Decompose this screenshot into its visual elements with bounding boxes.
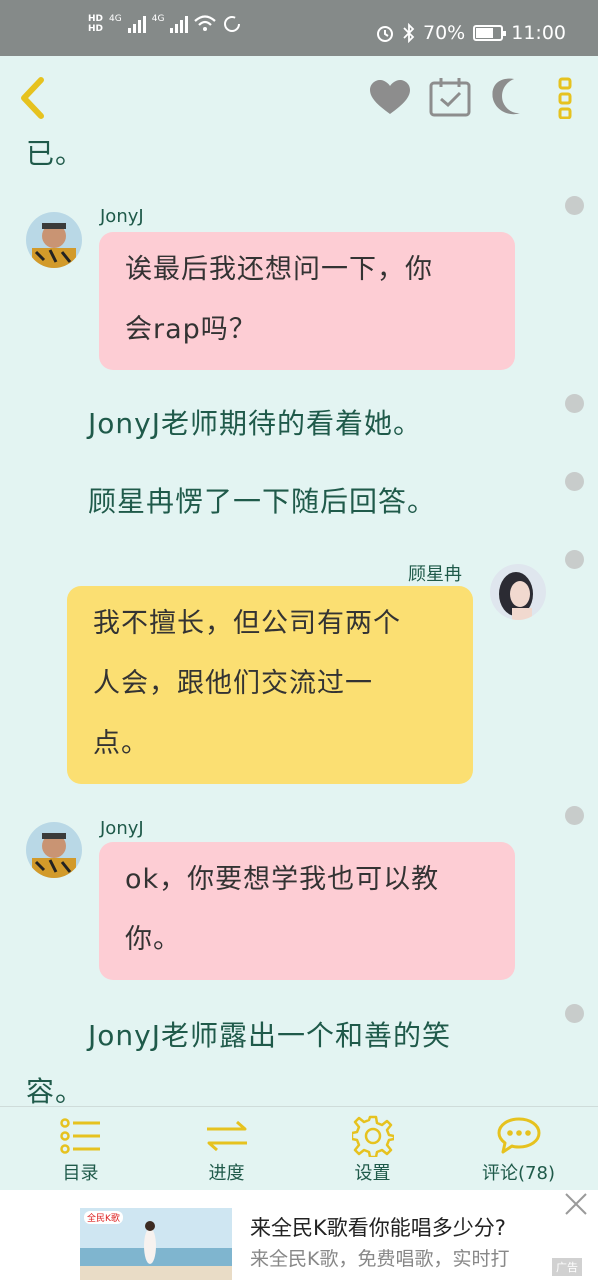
ad-tag: 广告 <box>552 1258 582 1276</box>
narration-text: JonyJ老师露出一个和善的笑 容。 <box>26 1019 451 1106</box>
nav-catalog-label: 目录 <box>62 1163 99 1184</box>
more-vertical-icon <box>558 77 572 119</box>
nav-catalog[interactable]: 目录 <box>6 1107 155 1191</box>
back-button[interactable] <box>12 74 52 122</box>
speaker-name-guxingran: 顾星冉 <box>408 564 462 585</box>
more-button[interactable] <box>552 74 578 122</box>
gear-icon <box>351 1115 394 1157</box>
swap-arrows-icon <box>206 1120 247 1152</box>
alarm-icon <box>377 26 393 42</box>
narration-text: 顾星冉愣了一下随后回答。 <box>88 485 437 518</box>
nav-settings[interactable]: 设置 <box>298 1107 447 1191</box>
narration-fragment: 已。 <box>26 140 85 170</box>
chat-bubble-guxingran: 我不擅长，但公司有两个 人会，跟他们交流过一 点。 <box>67 586 473 784</box>
status-right: 70% 11:00 <box>375 22 566 44</box>
ad-title: 来全民K歌看你能唱多少分? <box>250 1216 506 1240</box>
avatar-jonyj[interactable] <box>26 212 82 268</box>
ad-brand: 全民K歌 <box>84 1211 123 1224</box>
narration-text: JonyJ老师期待的看着她。 <box>88 407 422 440</box>
battery-percent: 70% <box>423 22 466 44</box>
close-icon <box>565 1193 587 1215</box>
bluetooth-icon <box>403 23 415 43</box>
favorite-button[interactable] <box>368 76 412 120</box>
ad-banner[interactable]: 全民K歌 来全民K歌看你能唱多少分? 来全民K歌，免费唱歌，实时打 广告 <box>0 1190 598 1280</box>
heart-icon <box>370 80 410 114</box>
chat-bubble-jonyj: ok，你要想学我也可以教 你。 <box>99 842 515 980</box>
nav-progress-label: 进度 <box>208 1163 245 1184</box>
reader-content[interactable]: 已。 JonyJ 诶最后我还想问一下，你 会rap吗？ JonyJ老师期待的看着… <box>0 140 598 1106</box>
battery-icon <box>473 25 507 41</box>
speaker-name-jonyj: JonyJ <box>100 206 144 227</box>
battery-level <box>476 28 494 38</box>
chat-bubble-jonyj: 诶最后我还想问一下，你 会rap吗？ <box>99 232 515 370</box>
signal-icon <box>127 15 146 33</box>
ad-image[interactable]: 全民K歌 <box>80 1208 232 1280</box>
status-left: HD HD 4G 4G <box>88 14 242 34</box>
sync-icon <box>224 16 241 32</box>
calendar-check-icon <box>429 78 471 117</box>
chevron-left-icon <box>21 77 44 119</box>
hd-indicator: HD HD <box>88 14 103 34</box>
signal-icon-2 <box>170 15 189 33</box>
wifi-icon <box>194 15 217 31</box>
night-mode-button[interactable] <box>486 74 530 120</box>
status-bar: HD HD 4G 4G 70% 11:00 <box>0 0 598 56</box>
hd-label-1: HD <box>88 14 104 24</box>
paragraph-comment-dot[interactable] <box>565 196 584 215</box>
nav-progress[interactable]: 进度 <box>152 1107 301 1191</box>
ad-subtitle: 来全民K歌，免费唱歌，实时打 <box>250 1248 510 1270</box>
speaker-name-jonyj: JonyJ <box>100 818 144 839</box>
clock: 11:00 <box>511 22 566 44</box>
avatar-guxingran[interactable] <box>490 564 546 620</box>
nav-comments[interactable]: 评论(78) <box>444 1107 593 1191</box>
bottom-nav: 目录 进度 设置 评论(78) <box>0 1106 598 1190</box>
comment-icon <box>497 1117 540 1154</box>
paragraph-comment-dot[interactable] <box>565 806 584 825</box>
hd-label-2: HD <box>88 24 104 34</box>
nav-comments-label: 评论(78) <box>482 1163 555 1184</box>
nav-settings-label: 设置 <box>354 1163 391 1184</box>
ad-close-button[interactable] <box>562 1190 592 1220</box>
network-label-2: 4G <box>151 14 165 24</box>
moon-icon <box>492 78 520 115</box>
paragraph-comment-dot[interactable] <box>565 550 584 569</box>
list-icon <box>59 1118 100 1154</box>
network-label-1: 4G <box>109 14 122 24</box>
reader-toolbar <box>0 56 598 140</box>
avatar-jonyj[interactable] <box>26 822 82 878</box>
checkin-button[interactable] <box>428 74 472 120</box>
